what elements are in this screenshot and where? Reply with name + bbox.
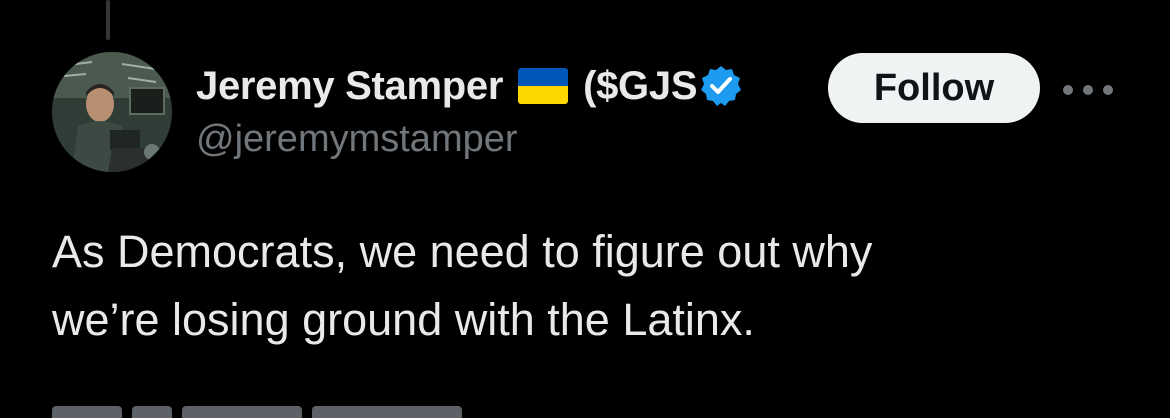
- follow-button[interactable]: Follow: [828, 53, 1040, 123]
- author-handle[interactable]: @jeremymstamper: [196, 118, 518, 161]
- tweet-text-line: As Democrats, we need to figure out why: [52, 226, 873, 277]
- author-name-row: Jeremy Stamper ($GJS: [196, 58, 743, 114]
- tweet-text-line: we’re losing ground with the Latinx.: [52, 294, 755, 345]
- ukraine-flag-icon: [517, 66, 569, 106]
- author-display-name[interactable]: Jeremy Stamper: [196, 64, 503, 109]
- more-options-icon[interactable]: [1060, 70, 1116, 110]
- truncated-timestamp-row: [52, 406, 512, 418]
- thread-connector-line: [106, 0, 110, 40]
- avatar[interactable]: [52, 52, 172, 172]
- verified-badge-icon[interactable]: [699, 64, 743, 108]
- author-ticker: ($GJS: [583, 63, 698, 108]
- tweet-text: As Democrats, we need to figure out why …: [52, 218, 1132, 354]
